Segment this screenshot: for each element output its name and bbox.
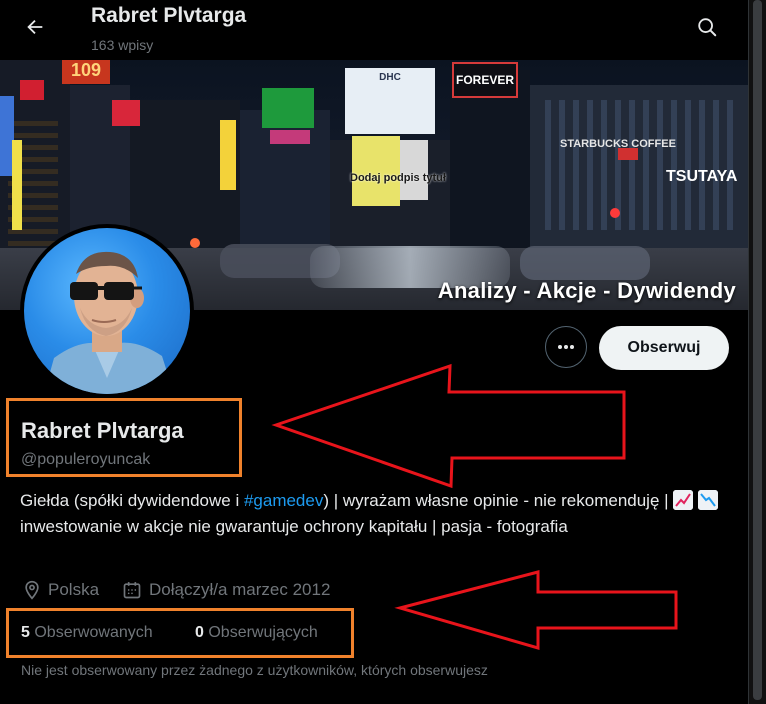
more-horizontal-icon [558,345,574,349]
sign-dhc: DHC [345,68,435,134]
chart-increasing-emoji-icon [673,490,694,510]
sign-109: 109 [62,60,110,84]
chart-decreasing-emoji-icon [698,490,719,510]
calendar-icon [123,582,141,599]
banner-caption: Analizy - Akcje - Dywidendy [437,278,736,303]
search-icon [698,18,717,37]
search-button[interactable] [690,10,724,44]
location: Polska [22,580,99,600]
follow-button[interactable]: Obserwuj [599,326,729,370]
bio: Giełda (spółki dywidendowe i #gamedev) |… [20,488,730,540]
annotation-box-name [6,398,242,477]
sign-forever: FOREVER [452,62,518,98]
scrollbar[interactable] [748,0,766,704]
avatar[interactable] [20,224,194,398]
page-title: Rabret Plvtarga [91,4,247,27]
annotation-box-stats [6,608,354,658]
back-button[interactable] [18,10,52,44]
hashtag-link[interactable]: #gamedev [244,491,323,510]
join-date: Dołączył/a marzec 2012 [122,580,330,600]
bio-text: inwestowanie w akcje nie gwarantuje ochr… [20,517,568,536]
post-count: 163 wpisy [91,37,154,53]
bio-text: Giełda (spółki dywidendowe i [20,491,244,510]
location-text: Polska [48,580,100,599]
more-button[interactable] [545,326,587,368]
scrollbar-thumb[interactable] [753,0,762,700]
followed-by-note: Nie jest obserwowany przez żadnego z uży… [21,662,488,678]
top-bar: Rabret Plvtarga 163 wpisy [0,0,748,60]
join-date-text: Dołączył/a marzec 2012 [149,580,331,599]
sign-tsutaya: TSUTAYA [666,168,738,185]
location-pin-icon [25,580,39,600]
bio-text: ) | wyrażam własne opinie - nie rekomend… [323,491,674,510]
banner-overlay-text: Dodaj podpis tytuł [350,172,446,184]
profile-photo [44,251,174,394]
profile-column: Rabret Plvtarga 163 wpisy 109 FOREVER DH… [0,0,748,704]
arrow-left-icon [27,19,43,35]
